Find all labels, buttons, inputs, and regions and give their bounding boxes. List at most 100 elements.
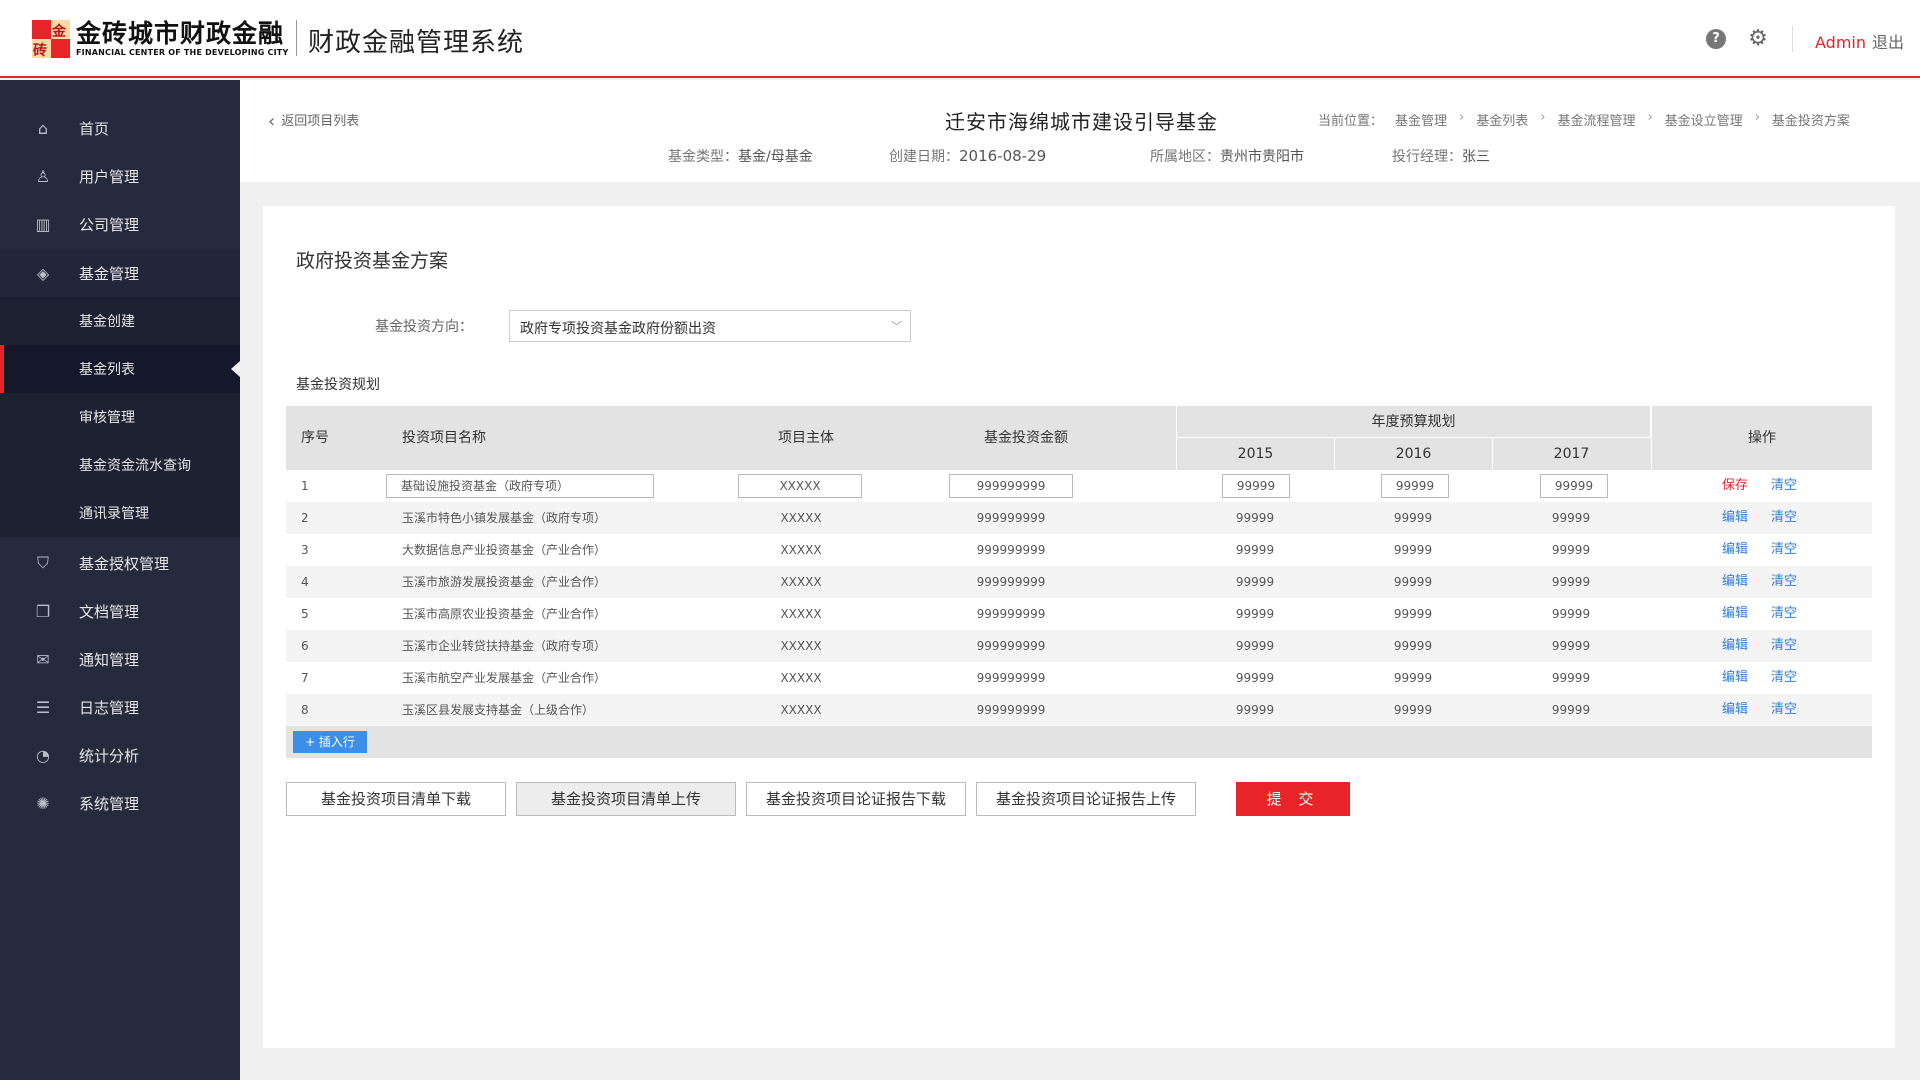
edit-link[interactable]: 编辑 [1722,662,1748,694]
header-ops: 操作 [1748,430,1776,446]
direction-select[interactable]: 政府专项投资基金政府份额出资 ﹀ [509,310,911,342]
sidebar-item-fund-auth[interactable]: ⛉ 基金授权管理 [0,539,240,587]
sidebar-item-system[interactable]: ✺ 系统管理 [0,779,240,827]
edit-link[interactable]: 编辑 [1722,534,1748,566]
sidebar-sub-fund-list[interactable]: 基金列表 [0,345,240,393]
sidebar-item-documents[interactable]: ❐ 文档管理 [0,587,240,635]
edit-link[interactable]: 编辑 [1722,630,1748,662]
help-icon[interactable]: ? [1706,29,1726,49]
chevron-right-icon: › [1540,110,1546,125]
user-icon: ♙ [35,166,51,186]
clear-link[interactable]: 清空 [1771,534,1797,566]
region: 所属地区：贵州市贵阳市 [1150,149,1304,165]
chevron-right-icon: › [1754,110,1760,125]
clear-link[interactable]: 清空 [1771,694,1797,726]
header-amount: 基金投资金额 [984,430,1068,446]
save-link[interactable]: 保存 [1722,470,1748,502]
year-2015-input[interactable]: 99999 [1222,474,1290,498]
logout-link[interactable]: 退出 [1872,33,1904,52]
main-card: 政府投资基金方案 基金投资方向： 政府专项投资基金政府份额出资 ﹀ 基金投资规划… [263,206,1895,1048]
brand-logo[interactable]: 金 砖 金砖城市财政金融 FINANCIAL CENTER OF THE DEV… [32,20,289,59]
header-name: 投资项目名称 [402,430,486,446]
upload-report-button[interactable]: 基金投资项目论证报告上传 [976,782,1196,816]
header-year-2015: 2015 [1176,438,1334,470]
table-row: 6 玉溪市企业转贷扶持基金（政府专项） XXXXX 999999999 9999… [286,630,1872,662]
sidebar-item-users[interactable]: ♙ 用户管理 [0,152,240,200]
edit-link[interactable]: 编辑 [1722,502,1748,534]
clear-link[interactable]: 清空 [1771,502,1797,534]
logo-mark-icon: 金 砖 [32,20,70,59]
sidebar-sub-fund-create[interactable]: 基金创建 [0,297,240,345]
table-row: 7 玉溪市航空产业发展基金（产业合作） XXXXX 999999999 9999… [286,662,1872,694]
fund-type: 基金类型：基金/母基金 [668,149,813,165]
header-separator [1792,26,1793,52]
breadcrumb-prefix: 当前位置： [1318,114,1384,129]
amount-input[interactable]: 999999999 [949,474,1073,498]
log-icon: ☰ [35,697,51,717]
sidebar-sub-cashflow[interactable]: 基金资金流水查询 [0,441,240,489]
shield-icon: ⛉ [36,553,49,572]
sidebar-item-funds[interactable]: ◈ 基金管理 [0,249,240,297]
table-row: 8 玉溪区县发展支持基金（上级合作） XXXXX 999999999 99999… [286,694,1872,726]
table-row: 2 玉溪市特色小镇发展基金（政府专项） XXXXX 999999999 9999… [286,502,1872,534]
project-name-input[interactable]: 基础设施投资基金（政府专项） [386,474,654,498]
subject-input[interactable]: XXXXX [738,474,862,498]
breadcrumb-item[interactable]: 基金设立管理 [1665,110,1743,129]
manager: 投行经理：张三 [1392,149,1490,165]
clear-link[interactable]: 清空 [1771,470,1797,502]
mail-icon: ✉ [36,649,50,669]
created-date: 创建日期：2016-08-29 [889,147,1047,165]
back-to-list-link[interactable]: ‹ 返回项目列表 [268,110,359,132]
fund-submenu: 基金创建 基金列表 审核管理 基金资金流水查询 通讯录管理 [0,297,240,537]
pie-chart-icon: ◔ [36,745,50,765]
edit-link[interactable]: 编辑 [1722,566,1748,598]
top-header: 金 砖 金砖城市财政金融 FINANCIAL CENTER OF THE DEV… [0,0,1920,78]
sidebar-sub-contacts[interactable]: 通讯录管理 [0,489,240,537]
plan-title: 基金投资规划 [296,377,380,393]
clear-link[interactable]: 清空 [1771,630,1797,662]
chevron-left-icon: ‹ [268,111,276,132]
breadcrumb-item[interactable]: 基金列表 [1476,110,1528,129]
sidebar-item-notifications[interactable]: ✉ 通知管理 [0,635,240,683]
upload-list-button[interactable]: 基金投资项目清单上传 [516,782,736,816]
table-row: 5 玉溪市高原农业投资基金（产业合作） XXXXX 999999999 9999… [286,598,1872,630]
breadcrumb-current: 基金投资方案 [1771,114,1850,129]
edit-link[interactable]: 编辑 [1722,598,1748,630]
sidebar-item-home[interactable]: ⌂ 首页 [0,104,240,152]
header-year-2017: 2017 [1492,438,1650,470]
year-2016-input[interactable]: 99999 [1381,474,1449,498]
sidebar-item-companies[interactable]: ▥ 公司管理 [0,200,240,248]
clear-link[interactable]: 清空 [1771,662,1797,694]
clear-link[interactable]: 清空 [1771,566,1797,598]
insert-row-button[interactable]: + 插入行 [293,731,367,753]
breadcrumb: 当前位置： 基金管理 › 基金列表 › 基金流程管理 › 基金设立管理 › 基金投资方案 [1318,110,1862,129]
clear-link[interactable]: 清空 [1771,598,1797,630]
edit-link[interactable]: 编辑 [1722,694,1748,726]
table-header: 序号 投资项目名称 项目主体 基金投资金额 年度预算规划 2015 2016 2… [286,406,1872,470]
building-icon: ▥ [35,214,51,234]
logo-subtitle: FINANCIAL CENTER OF THE DEVELOPING CITY [76,48,289,57]
user-area: Admin 退出 [1815,29,1904,53]
layers-icon: ◈ [36,263,50,283]
breadcrumb-item[interactable]: 基金流程管理 [1557,110,1635,129]
download-report-button[interactable]: 基金投资项目论证报告下载 [746,782,966,816]
chevron-right-icon: › [1647,110,1653,125]
investment-plan-table: 序号 投资项目名称 项目主体 基金投资金额 年度预算规划 2015 2016 2… [286,406,1872,758]
settings-icon: ✺ [36,793,50,813]
download-list-button[interactable]: 基金投资项目清单下载 [286,782,506,816]
header-seq: 序号 [301,430,329,446]
direction-label: 基金投资方向： [375,319,473,335]
breadcrumb-item[interactable]: 基金管理 [1395,110,1447,129]
submit-button[interactable]: 提 交 [1236,782,1350,816]
table-row: 4 玉溪市旅游发展投资基金（产业合作） XXXXX 999999999 9999… [286,566,1872,598]
year-2017-input[interactable]: 99999 [1540,474,1608,498]
sidebar-item-logs[interactable]: ☰ 日志管理 [0,683,240,731]
header-divider [296,20,297,56]
sidebar-item-statistics[interactable]: ◔ 统计分析 [0,731,240,779]
fund-info-bar: ‹ 返回项目列表 迁安市海绵城市建设引导基金 当前位置： 基金管理 › 基金列表 › … [240,80,1920,182]
table-row: 3 大数据信息产业投资基金（产业合作） XXXXX 999999999 9999… [286,534,1872,566]
header-subject: 项目主体 [778,430,834,446]
user-name[interactable]: Admin [1815,33,1866,52]
gear-icon[interactable]: ⚙ [1748,28,1768,50]
sidebar-sub-review[interactable]: 审核管理 [0,393,240,441]
